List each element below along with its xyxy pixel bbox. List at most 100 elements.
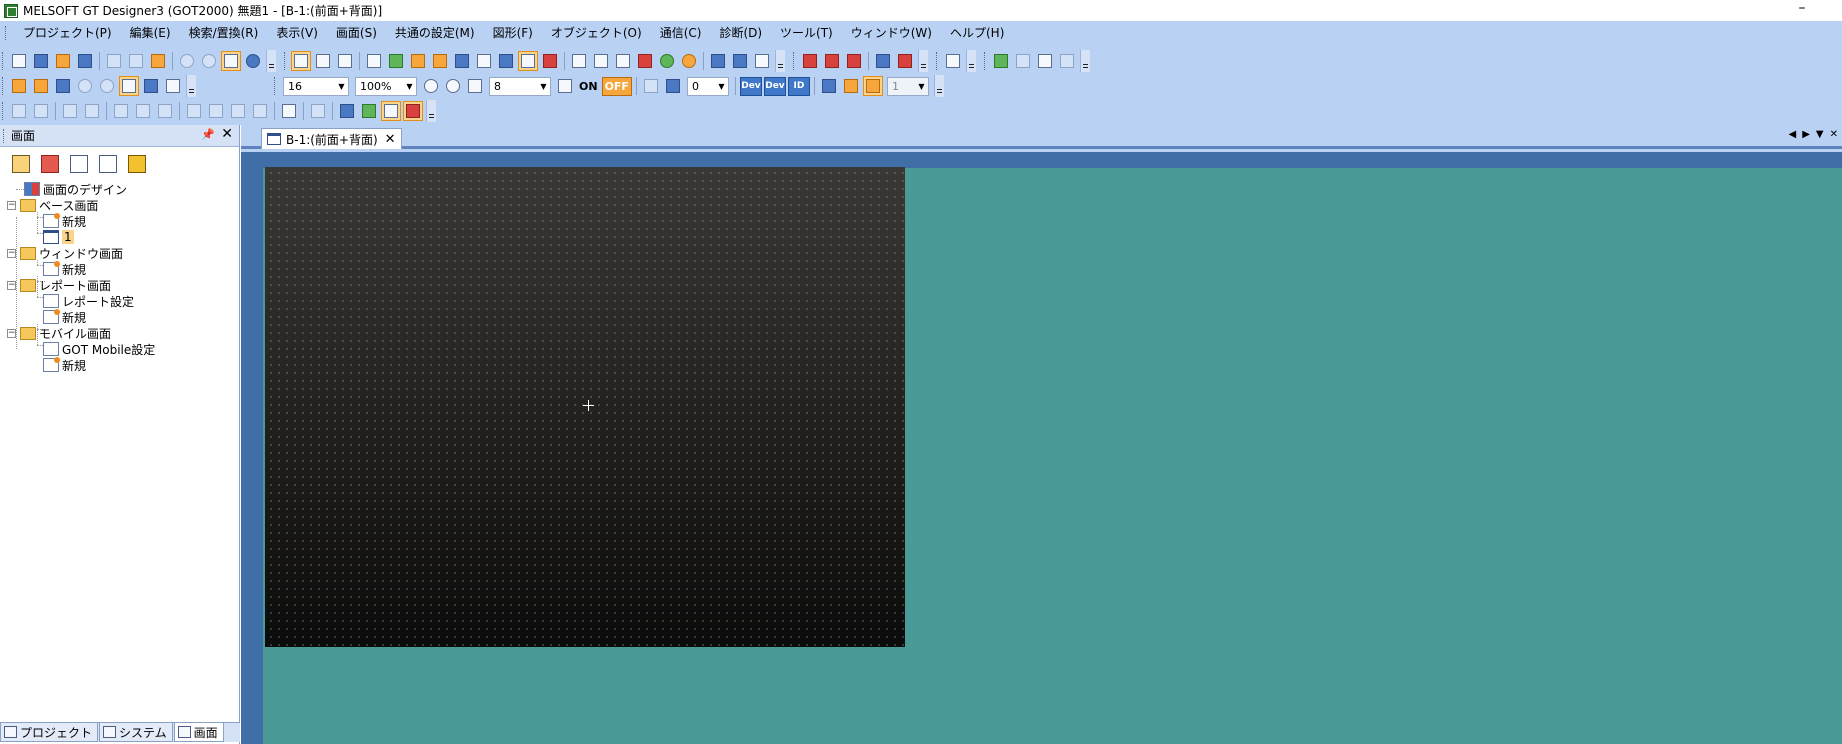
offset-combo[interactable]: 0 ▼ bbox=[686, 76, 729, 96]
menu-help[interactable]: ヘルプ(H) bbox=[941, 22, 1013, 44]
object-select-button[interactable] bbox=[381, 101, 401, 121]
screen-image-button[interactable] bbox=[68, 153, 90, 175]
library-button[interactable] bbox=[408, 51, 428, 71]
toolbar-overflow[interactable] bbox=[186, 75, 196, 97]
state-back-button[interactable] bbox=[641, 76, 661, 96]
property-button[interactable] bbox=[364, 51, 384, 71]
menu-edit[interactable]: 編集(E) bbox=[121, 22, 180, 44]
new-screen-button[interactable] bbox=[31, 51, 51, 71]
toolbar-grip[interactable] bbox=[274, 77, 277, 95]
menu-window[interactable]: ウィンドウ(W) bbox=[842, 22, 941, 44]
screen-frame-button[interactable] bbox=[613, 51, 633, 71]
menu-object[interactable]: オブジェクト(O) bbox=[542, 22, 651, 44]
tree-item-mobile-settings[interactable]: GOT Mobile設定 bbox=[43, 341, 155, 357]
data-check-button[interactable] bbox=[943, 51, 963, 71]
toolbar-grip[interactable] bbox=[2, 102, 5, 120]
grid-style-button[interactable] bbox=[555, 76, 575, 96]
scroll-tabs-left-icon[interactable]: ◀ bbox=[1789, 129, 1797, 140]
rotate-button[interactable] bbox=[184, 101, 204, 121]
save-button[interactable] bbox=[75, 51, 95, 71]
sound-button[interactable] bbox=[540, 51, 560, 71]
zoom-in-button[interactable] bbox=[421, 76, 441, 96]
touch-area-button[interactable] bbox=[359, 101, 379, 121]
menubar-grip[interactable] bbox=[5, 26, 8, 40]
text-batch-button[interactable] bbox=[752, 51, 772, 71]
tree-item-window-screen[interactable]: − ウィンドウ画面 bbox=[7, 245, 123, 261]
warning-button[interactable] bbox=[126, 153, 148, 175]
pin-icon[interactable]: 📌 bbox=[201, 128, 215, 141]
menu-diagnostics[interactable]: 診断(D) bbox=[710, 22, 771, 44]
tree-item-mobile-screen[interactable]: − モバイル画面 bbox=[7, 325, 111, 341]
screen-switch-button[interactable] bbox=[53, 76, 73, 96]
layer-combo[interactable]: 1 ▼ bbox=[886, 76, 929, 96]
rotate-left-button[interactable] bbox=[250, 101, 270, 121]
paste-button[interactable] bbox=[148, 51, 168, 71]
simulator-start-button[interactable] bbox=[991, 51, 1011, 71]
both-layer-button[interactable] bbox=[335, 51, 355, 71]
ball-button[interactable] bbox=[679, 51, 699, 71]
new-project-button[interactable] bbox=[9, 51, 29, 71]
tree-item-report-new[interactable]: 新規 bbox=[43, 309, 86, 325]
tree-item-base-1[interactable]: 1 bbox=[43, 229, 74, 245]
tab-project[interactable]: プロジェクト bbox=[0, 723, 99, 742]
redo-button[interactable] bbox=[199, 51, 219, 71]
tree-item-base-screen[interactable]: − ベース画面 bbox=[7, 197, 98, 213]
layer-back-button[interactable] bbox=[841, 76, 861, 96]
image-list-button[interactable] bbox=[518, 51, 538, 71]
tree-item-report-settings[interactable]: レポート設定 bbox=[43, 293, 134, 309]
menu-project[interactable]: プロジェクト(P) bbox=[14, 22, 121, 44]
tab-system[interactable]: システム bbox=[99, 723, 173, 742]
on-state-button[interactable]: ON bbox=[577, 77, 600, 96]
back-layer-button[interactable] bbox=[313, 51, 333, 71]
toolbar-overflow[interactable] bbox=[933, 75, 944, 97]
tree-item-window-new[interactable]: 新規 bbox=[43, 261, 86, 277]
format-painter-button[interactable] bbox=[308, 101, 328, 121]
menu-common-settings[interactable]: 共通の設定(M) bbox=[386, 22, 484, 44]
toolbar-grip[interactable] bbox=[984, 52, 987, 70]
order-button[interactable] bbox=[155, 101, 175, 121]
batch-edit-button[interactable] bbox=[708, 51, 728, 71]
tab-list-icon[interactable]: ▼ bbox=[1816, 129, 1824, 140]
open-button[interactable] bbox=[53, 51, 73, 71]
add-screen-button[interactable] bbox=[9, 76, 29, 96]
toolbar-overflow[interactable] bbox=[775, 50, 785, 72]
collapse-icon[interactable]: − bbox=[7, 280, 16, 290]
simulator-update-button[interactable] bbox=[1013, 51, 1033, 71]
tree-item-base-new[interactable]: 新規 bbox=[43, 213, 86, 229]
tab-b1-screen[interactable]: B-1:(前面+背面) ✕ bbox=[261, 128, 402, 149]
device-display-button[interactable]: Dev bbox=[739, 76, 762, 96]
snap-size-combo[interactable]: 16 ▼ bbox=[283, 76, 349, 96]
preview-button[interactable] bbox=[163, 76, 183, 96]
tab-screen[interactable]: 画面 bbox=[173, 723, 224, 742]
device-display-alt-button[interactable]: Dev bbox=[763, 76, 786, 96]
zoom-combo[interactable]: 100% ▼ bbox=[355, 76, 417, 96]
layer-all-button[interactable] bbox=[862, 76, 883, 96]
group-button[interactable] bbox=[9, 101, 29, 121]
device-batch-button[interactable] bbox=[730, 51, 750, 71]
menu-search-replace[interactable]: 検索/置換(R) bbox=[180, 22, 268, 44]
cut-button[interactable] bbox=[104, 51, 124, 71]
tree-item-design[interactable]: 画面のデザイン bbox=[24, 181, 127, 197]
toolbar-grip[interactable] bbox=[936, 52, 939, 70]
ungroup-button[interactable] bbox=[31, 101, 51, 121]
tab-close-button[interactable]: ✕ bbox=[385, 132, 396, 147]
data-browser-button[interactable] bbox=[452, 51, 472, 71]
undo-button[interactable] bbox=[177, 51, 197, 71]
off-state-button[interactable]: OFF bbox=[601, 76, 632, 96]
read-from-got-button[interactable] bbox=[822, 51, 842, 71]
toolbar-overflow[interactable] bbox=[1080, 50, 1090, 72]
toolbar-grip[interactable] bbox=[284, 52, 287, 70]
align-button[interactable] bbox=[60, 101, 80, 121]
front-layer-button[interactable] bbox=[291, 51, 311, 71]
open-screen-button[interactable] bbox=[10, 153, 32, 175]
window-cascade-button[interactable] bbox=[569, 51, 589, 71]
window-tile-button[interactable] bbox=[591, 51, 611, 71]
toolbar-grip[interactable] bbox=[2, 52, 5, 70]
toolbar-overflow[interactable] bbox=[966, 50, 976, 72]
tree-item-report-screen[interactable]: − レポート画面 bbox=[7, 277, 111, 293]
collapse-icon[interactable]: − bbox=[7, 328, 16, 338]
toolbar-overflow[interactable] bbox=[426, 100, 436, 122]
toolbar-overflow[interactable] bbox=[266, 50, 276, 72]
panel-grip[interactable] bbox=[3, 128, 6, 143]
bring-front-button[interactable] bbox=[111, 101, 131, 121]
